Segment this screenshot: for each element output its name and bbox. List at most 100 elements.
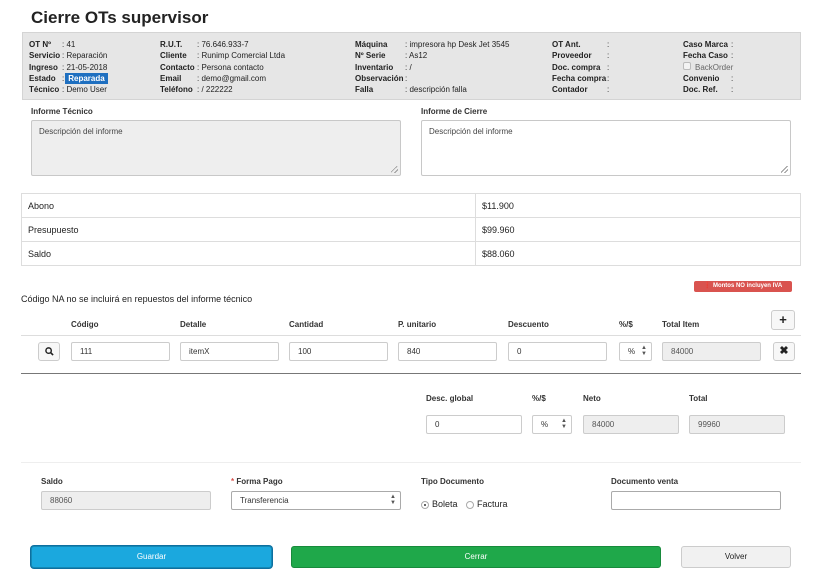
informe-tecnico-textarea[interactable]: Descripción del informe — [31, 120, 401, 176]
info-value: : demo@gmail.com — [197, 73, 267, 83]
informe-cierre-label: Informe de Cierre — [421, 107, 488, 116]
info-key: Observación — [355, 73, 404, 83]
cantidad-input[interactable]: 100 — [289, 342, 388, 361]
cerrar-button[interactable]: Cerrar — [291, 546, 661, 568]
alert-icon: ❗ — [703, 283, 712, 289]
saldo-label: Saldo — [41, 477, 63, 486]
updown-icon: ▲ ▼ — [390, 494, 396, 506]
boleta-label: Boleta — [432, 499, 458, 509]
info-value: : As12 — [405, 51, 428, 61]
info-col-2: R.U.T.: 76.646.933-7 Cliente: Runimp Com… — [160, 39, 285, 95]
updown-icon: ▲ ▼ — [641, 345, 647, 357]
resize-grip-icon[interactable] — [391, 166, 398, 173]
info-value: : — [731, 85, 734, 95]
detalle-input[interactable]: itemX — [180, 342, 279, 361]
neto-label: Neto — [583, 394, 601, 403]
divider — [21, 373, 801, 374]
informe-tecnico-label: Informe Técnico — [31, 107, 93, 116]
info-key: Servicio — [29, 51, 61, 61]
info-key: Doc. compra — [552, 62, 601, 72]
info-key: Técnico — [29, 85, 60, 95]
info-key: Nº Serie — [355, 51, 386, 61]
documento-venta-input[interactable] — [611, 491, 781, 510]
table-row: Saldo $88.060 — [21, 241, 801, 266]
pct-select[interactable]: % ▲ ▼ — [619, 342, 652, 361]
info-key: Fecha compra — [552, 73, 607, 83]
info-value: : — [731, 40, 734, 49]
col-header-codigo: Código — [71, 320, 99, 329]
codigo-na-note: Código NA no se incluirá en repuestos de… — [21, 294, 253, 304]
volver-button[interactable]: Volver — [681, 546, 791, 568]
info-key: Máquina — [355, 40, 388, 49]
divider — [21, 335, 801, 336]
factura-radio[interactable] — [466, 500, 475, 509]
info-value: : impresora hp Desk Jet 3545 — [405, 40, 510, 49]
desc-global-label: Desc. global — [426, 394, 474, 403]
total-field: 99960 — [689, 415, 785, 434]
informe-tecnico-value: Descripción del informe — [39, 127, 123, 136]
info-key: Doc. Ref. — [683, 85, 718, 95]
summary-value: $11.900 — [475, 193, 801, 218]
info-key: Ingreso — [29, 62, 58, 72]
info-value: : — [607, 85, 610, 95]
info-key: Contacto — [160, 62, 195, 72]
info-value: : 41 — [62, 40, 76, 49]
info-value: : Demo User — [62, 85, 107, 95]
resize-grip-icon[interactable] — [781, 166, 788, 173]
info-col-3: Máquina : impresora hp Desk Jet 3545 Nº S… — [355, 39, 510, 95]
totals-pct-value: % — [541, 420, 549, 429]
page-title: Cierre OTs supervisor — [31, 8, 209, 27]
info-value: : — [607, 62, 610, 72]
info-col-5: Caso Marca: Fecha Caso: BackOrder Conven… — [683, 39, 733, 95]
forma-pago-value: Transferencia — [240, 496, 289, 505]
remove-item-button[interactable]: ✖ — [773, 342, 795, 361]
neto-field: 84000 — [583, 415, 679, 434]
tipo-documento-radios: Boleta Factura — [421, 499, 508, 509]
info-value: : — [62, 73, 65, 83]
info-value: : — [607, 73, 610, 83]
summary-label: Saldo — [21, 241, 476, 266]
plus-icon: + — [779, 312, 787, 327]
updown-icon: ▲ ▼ — [561, 418, 567, 430]
search-item-button[interactable] — [38, 342, 60, 361]
descuento-input[interactable]: 0 — [508, 342, 607, 361]
col-header-pct: %/$ — [619, 320, 633, 329]
info-value: : — [607, 51, 610, 61]
backorder-checkbox[interactable] — [683, 61, 691, 70]
info-value: : Persona contacto — [197, 62, 264, 72]
table-row: Abono $11.900 — [21, 193, 801, 218]
desc-global-input[interactable]: 0 — [426, 415, 522, 434]
total-label: Total — [689, 394, 708, 403]
close-icon: ✖ — [779, 345, 789, 357]
forma-pago-select[interactable]: Transferencia ▲ ▼ — [231, 491, 401, 510]
pct-select-value: % — [628, 347, 636, 356]
info-col-4: OT Ant.: Proveedor: Doc. compra: Fecha c… — [552, 39, 609, 95]
informe-cierre-value: Descripción del informe — [429, 127, 513, 136]
col-header-descuento: Descuento — [508, 320, 549, 329]
info-value: : 76.646.933-7 — [197, 40, 249, 49]
info-key: Email — [160, 73, 182, 83]
codigo-input[interactable]: 111 — [71, 342, 170, 361]
factura-label: Factura — [477, 499, 508, 509]
guardar-button[interactable]: Guardar — [31, 546, 272, 568]
iva-warning-text: Montos NO incluyen IVA — [712, 283, 783, 289]
boleta-radio[interactable] — [421, 500, 429, 509]
info-key: Teléfono — [160, 85, 193, 95]
info-key: Fecha Caso — [683, 51, 728, 61]
col-header-detalle: Detalle — [180, 320, 207, 329]
divider — [21, 462, 801, 463]
info-value: : Runimp Comercial Ltda — [197, 51, 286, 61]
punitario-input[interactable]: 840 — [398, 342, 497, 361]
totals-pct-select[interactable]: % ▲ ▼ — [532, 415, 572, 434]
informe-cierre-textarea[interactable]: Descripción del informe — [421, 120, 791, 176]
summary-label: Abono — [21, 193, 476, 218]
add-item-button[interactable]: + — [771, 310, 795, 330]
info-value: : — [731, 73, 734, 83]
table-row: Presupuesto $99.960 — [21, 217, 801, 242]
info-key: Convenio — [683, 73, 720, 83]
info-key: Contador — [552, 85, 588, 95]
documento-venta-label: Documento venta — [611, 477, 679, 486]
info-key: R.U.T. — [160, 40, 183, 49]
info-key: Inventario — [355, 62, 394, 72]
info-value: : — [405, 73, 408, 83]
